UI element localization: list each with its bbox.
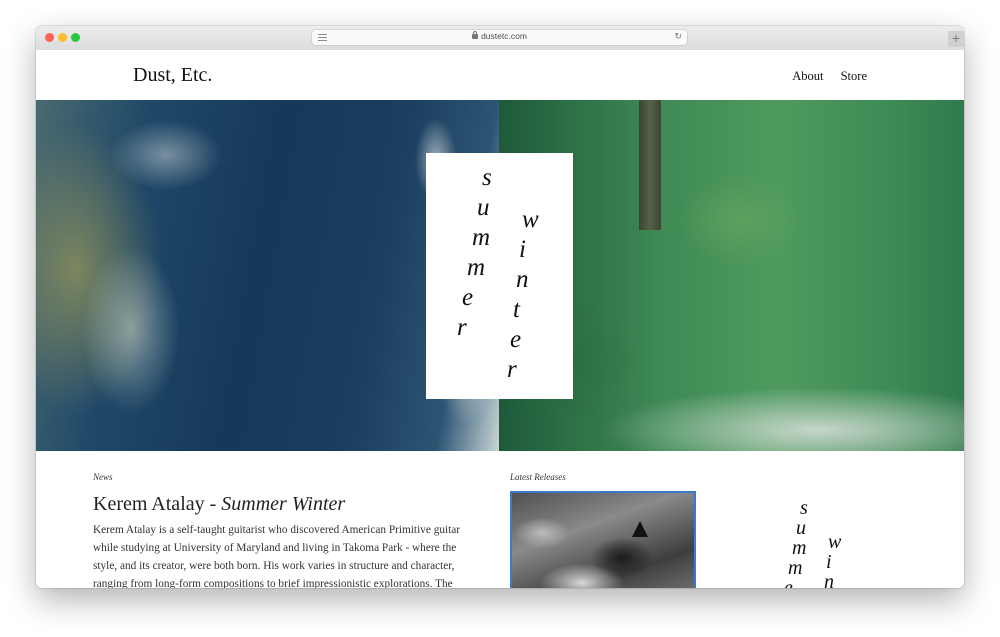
release-summer-letter: s [800,497,808,519]
release-summer-letter: m [788,557,803,579]
new-tab-button[interactable]: + [948,31,964,47]
artwork-winter-letter: w [522,206,539,233]
close-window-button[interactable] [45,33,54,42]
site-header: Dust, Etc. About Store [36,50,964,100]
dog-ear-shape [632,521,648,537]
artwork-winter-letter: t [513,296,520,323]
artwork-summer-letter: r [457,314,467,341]
release-summer-letter: u [796,517,806,539]
artwork-summer-letter: u [477,194,490,221]
release-winter-letter: w [828,531,842,553]
site-logo[interactable]: Dust, Etc. [133,64,212,87]
artwork-summer-letter: m [472,224,491,251]
release-winter-letter: i [826,551,832,573]
release-summer-letter: m [792,537,807,559]
url-display: dustetc.com [312,31,687,41]
release-winter-letter: n [824,571,834,588]
artwork-winter-letter: i [519,236,526,263]
artwork-winter-letter: r [507,356,517,383]
lock-icon [472,31,479,39]
news-label: News [93,472,113,482]
address-bar[interactable]: dustetc.com ↻ [312,30,687,45]
news-article-body: Kerem Atalay is a self-taught guitarist … [93,524,461,588]
artwork-winter-letter: n [516,266,529,293]
zoom-window-button[interactable] [71,33,80,42]
plus-icon: + [951,32,961,45]
hero-banner: summerwinter [36,100,964,451]
minimize-window-button[interactable] [58,33,67,42]
album-artwork-card[interactable]: summerwinter [426,153,573,399]
tree-trunk [639,100,661,230]
release-card-dog-photo[interactable] [510,491,696,588]
artwork-summer-letter: s [482,164,492,191]
artwork-summer-letter: m [467,254,486,281]
artwork-summer-letter: e [462,284,474,311]
release-summer-letter: e [784,577,793,588]
browser-window: dustetc.com ↻ + Dust, Etc. About Store s… [36,26,964,588]
url-text: dustetc.com [481,31,527,41]
release-artwork-card[interactable]: summerwinter [776,496,896,588]
news-title-album: Summer Winter [221,493,346,515]
nav-about-link[interactable]: About [792,69,823,83]
latest-releases-label: Latest Releases [510,472,566,482]
browser-titlebar: dustetc.com ↻ + [36,26,964,51]
artwork-winter-letter: e [510,326,522,353]
site-nav: About Store [778,69,867,84]
news-article-title[interactable]: Kerem Atalay - Summer Winter [93,493,513,516]
nav-store-link[interactable]: Store [841,69,867,83]
reload-icon[interactable]: ↻ [674,33,682,42]
news-title-artist: Kerem Atalay - [93,493,222,515]
